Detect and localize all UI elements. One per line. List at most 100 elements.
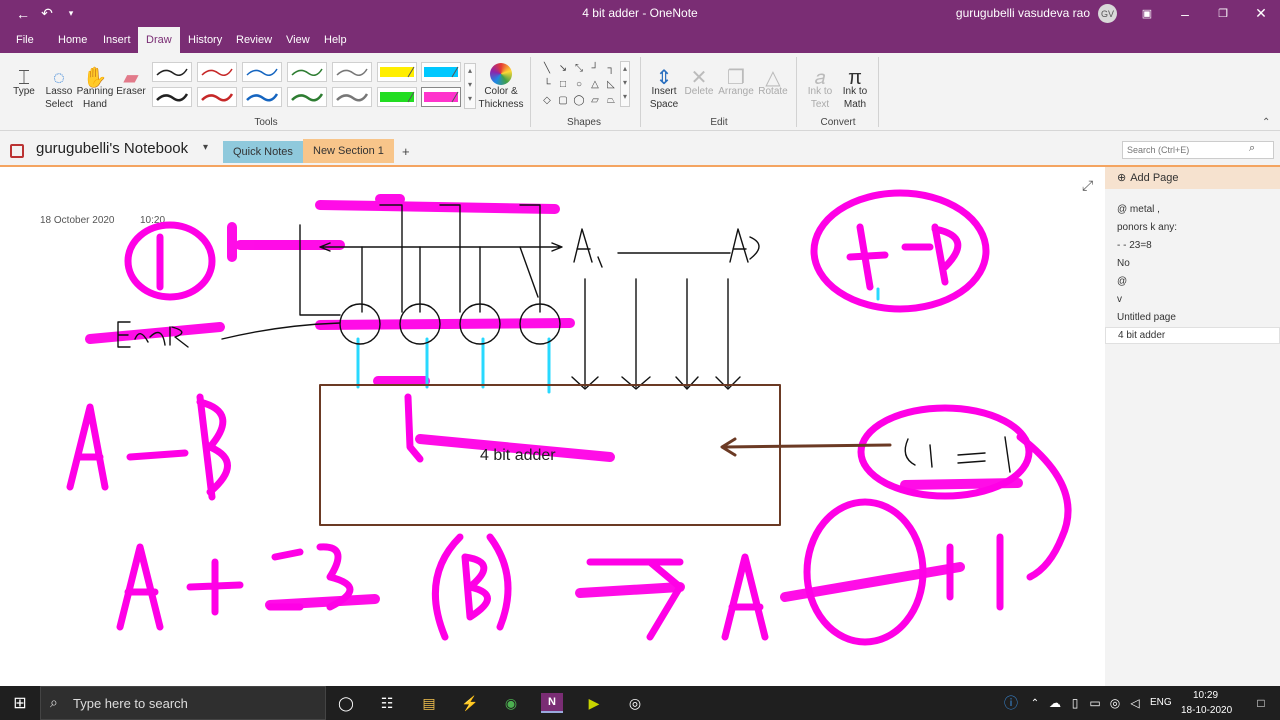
windows-start-icon[interactable]: ⊞ <box>9 693 31 713</box>
eraser-icon: ▰ <box>123 67 139 89</box>
elbow-shape-icon[interactable]: ┘ <box>588 61 602 75</box>
notebook-dropdown-icon[interactable]: ▾ <box>203 142 208 153</box>
ink-to-math-button[interactable]: π Ink to Math <box>836 57 874 111</box>
page-list-item[interactable]: @ <box>1117 276 1127 287</box>
taskbar-date[interactable]: 18-10-2020 <box>1181 705 1232 716</box>
color-thickness-label: Color & Thickness <box>478 86 524 110</box>
tab-history[interactable]: History <box>180 27 230 53</box>
notifications-icon[interactable]: □ <box>1250 693 1272 713</box>
pen-gray-thin[interactable] <box>332 62 372 82</box>
pen-black-thin[interactable] <box>152 62 192 82</box>
minimize-icon[interactable]: – <box>1170 0 1200 27</box>
app-arrow-icon[interactable]: ▶ <box>583 693 605 713</box>
page-list-item[interactable]: Untitled page <box>1117 312 1176 323</box>
help-icon[interactable]: ⓘ <box>1000 693 1022 713</box>
eraser-button[interactable]: ▰ Eraser <box>114 57 148 98</box>
axis-shape-icon[interactable]: ┐ <box>604 61 618 75</box>
add-page-button[interactable]: ⊕ Add Page <box>1105 167 1280 189</box>
pen-gallery-scroll[interactable]: ▴ ▾ ▾ <box>464 63 476 109</box>
color-thickness-button[interactable]: Color & Thickness <box>478 57 524 111</box>
cloud-icon[interactable]: ☁ <box>1044 693 1066 713</box>
language-indicator[interactable]: ENG <box>1150 697 1172 708</box>
tab-file[interactable]: File <box>8 27 42 53</box>
recorder-icon[interactable]: ◎ <box>624 693 646 713</box>
pen-red-thick[interactable] <box>197 87 237 107</box>
pen-blue-thin[interactable] <box>242 62 282 82</box>
tab-review[interactable]: Review <box>228 27 280 53</box>
panning-hand-button[interactable]: ✋ Panning Hand <box>76 57 114 111</box>
ribbon-display-icon[interactable]: ▣ <box>1132 0 1162 27</box>
app-lightning-icon[interactable]: ⚡ <box>459 693 481 713</box>
page-list-item-active[interactable]: 4 bit adder <box>1105 327 1280 344</box>
right-triangle-shape-icon[interactable]: ◺ <box>604 77 618 91</box>
double-arrow-shape-icon[interactable]: ⤡ <box>572 61 586 75</box>
tab-insert[interactable]: Insert <box>95 27 139 53</box>
circle-shape-icon[interactable]: ◯ <box>572 93 586 107</box>
page-list-item[interactable]: @ metal , <box>1117 204 1160 215</box>
pen-green-thin[interactable] <box>287 62 327 82</box>
adder-label: 4 bit adder <box>480 447 556 464</box>
ellipse-shape-icon[interactable]: ○ <box>572 77 586 91</box>
arrow-shape-icon[interactable]: ↘ <box>556 61 570 75</box>
network-icon[interactable]: ◎ <box>1104 693 1126 713</box>
taskbar-time[interactable]: 10:29 <box>1193 690 1218 701</box>
axes-shape-icon[interactable]: └ <box>540 77 554 91</box>
shapes-gallery-scroll[interactable]: ▴ ▾ ▾ <box>620 61 630 107</box>
file-explorer-icon[interactable]: ▤ <box>418 693 440 713</box>
rectangle-shape-icon[interactable]: □ <box>556 77 570 91</box>
section-tab-new-section-1[interactable]: New Section 1 <box>303 139 394 163</box>
user-name[interactable]: gurugubelli vasudeva rao <box>956 6 1090 20</box>
tab-help[interactable]: Help <box>316 27 355 53</box>
pen-black-thick[interactable] <box>152 87 192 107</box>
maximize-icon[interactable]: ❐ <box>1208 0 1238 27</box>
battery-icon[interactable]: ▭ <box>1084 693 1106 713</box>
page-list-item[interactable]: ponors k any: <box>1117 222 1177 233</box>
highlighter-cyan[interactable] <box>421 62 461 82</box>
parallelogram-shape-icon[interactable]: ▱ <box>588 93 602 107</box>
type-button[interactable]: ⌶ Type <box>6 57 42 98</box>
cortana-icon[interactable]: ◯ <box>335 693 357 713</box>
microphone-icon[interactable]: ▯ <box>1064 693 1086 713</box>
collapse-ribbon-icon[interactable]: ⌃ <box>1262 117 1270 128</box>
page-canvas[interactable]: 18 October 2020 10:20 ⤢ 4 bit adder <box>0 165 1105 686</box>
close-icon[interactable]: ✕ <box>1246 0 1276 27</box>
pen-green-thick[interactable] <box>287 87 327 107</box>
task-view-icon[interactable]: ☷ <box>376 693 398 713</box>
line-shape-icon[interactable]: ╲ <box>540 61 554 75</box>
color-wheel-icon <box>478 57 524 85</box>
taskbar-search[interactable]: Type here to search <box>40 686 326 720</box>
arrange-button[interactable]: ❐ Arrange <box>716 57 756 98</box>
tab-home[interactable]: Home <box>50 27 95 53</box>
volume-icon[interactable]: ◁ <box>1124 693 1146 713</box>
add-section-button[interactable]: + <box>392 141 420 163</box>
highlighter-green[interactable] <box>377 87 417 107</box>
onenote-icon[interactable]: N <box>541 693 563 713</box>
highlighter-yellow[interactable] <box>377 62 417 82</box>
tab-draw[interactable]: Draw <box>138 27 180 53</box>
show-hidden-icons-icon[interactable]: ⌃ <box>1024 693 1046 713</box>
ink-to-math-label: Ink to Math <box>842 86 868 110</box>
trapezoid-shape-icon[interactable]: ⏢ <box>604 93 618 107</box>
lasso-select-button[interactable]: ◌ Lasso Select <box>42 57 76 111</box>
pen-gray-thick[interactable] <box>332 87 372 107</box>
insert-space-button[interactable]: ⇕ Insert Space <box>644 57 684 111</box>
ink-to-text-button[interactable]: 𝑎 Ink to Text <box>802 57 838 111</box>
triangle-shape-icon[interactable]: △ <box>588 77 602 91</box>
search-icon[interactable]: ⌕ <box>1249 142 1255 155</box>
tab-view[interactable]: View <box>278 27 318 53</box>
page-list-item[interactable]: v <box>1117 294 1122 305</box>
delete-button[interactable]: ✕ Delete <box>682 57 716 98</box>
pen-red-thin[interactable] <box>197 62 237 82</box>
pen-blue-thick[interactable] <box>242 87 282 107</box>
section-tab-quick-notes[interactable]: Quick Notes <box>223 141 303 163</box>
rotate-button[interactable]: △ Rotate <box>754 57 792 98</box>
page-list-item[interactable]: No <box>1117 258 1130 269</box>
notebook-name[interactable]: gurugubelli's Notebook <box>36 140 188 157</box>
square-shape-icon[interactable]: ▢ <box>556 93 570 107</box>
page-list-item[interactable]: - - 23=8 <box>1117 240 1152 251</box>
chrome-icon[interactable]: ◉ <box>500 693 522 713</box>
notebook-bar: gurugubelli's Notebook ▾ Quick Notes New… <box>0 131 1280 165</box>
diamond-shape-icon[interactable]: ◇ <box>540 93 554 107</box>
avatar[interactable]: GV <box>1098 4 1117 23</box>
highlighter-magenta[interactable] <box>421 87 461 107</box>
